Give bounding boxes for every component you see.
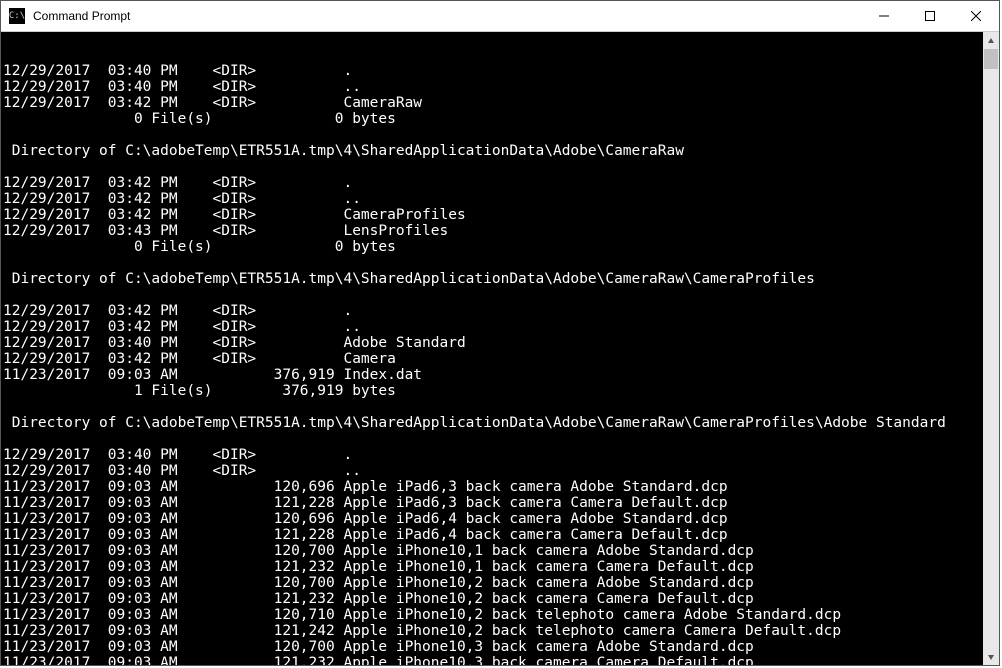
cmd-icon: C:\ bbox=[9, 8, 25, 24]
cmd-icon-glyph: C:\ bbox=[9, 12, 25, 21]
scrollbar-thumb[interactable] bbox=[984, 49, 998, 69]
window-controls bbox=[861, 1, 999, 31]
console-output: 12/29/2017 03:40 PM <DIR> . 12/29/2017 0… bbox=[1, 47, 999, 666]
maximize-button[interactable] bbox=[907, 1, 953, 31]
command-prompt-window: C:\ Command Prompt 12/29/2017 03:40 PM <… bbox=[0, 0, 1000, 666]
scrollbar-down-arrow[interactable] bbox=[983, 648, 999, 665]
vertical-scrollbar[interactable] bbox=[983, 32, 999, 665]
titlebar[interactable]: C:\ Command Prompt bbox=[1, 1, 999, 32]
close-button[interactable] bbox=[953, 1, 999, 31]
minimize-button[interactable] bbox=[861, 1, 907, 31]
window-title: Command Prompt bbox=[33, 9, 861, 23]
console-area[interactable]: 12/29/2017 03:40 PM <DIR> . 12/29/2017 0… bbox=[1, 32, 999, 665]
scrollbar-up-arrow[interactable] bbox=[983, 32, 999, 49]
